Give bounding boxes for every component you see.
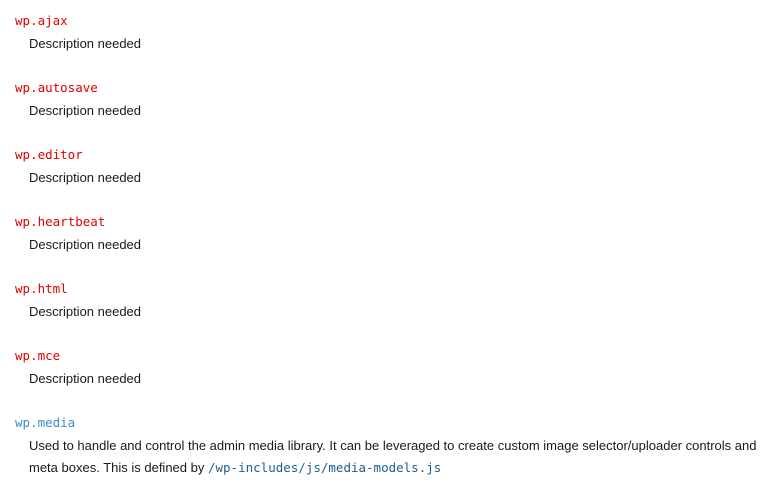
description-wp-heartbeat: Description needed	[29, 237, 142, 252]
term-wp-heartbeat: wp.heartbeat	[15, 214, 106, 229]
term-wp-html: wp.html	[15, 281, 68, 296]
description-wp-media: Used to handle and control the admin med…	[29, 435, 761, 479]
description-wp-editor: Description needed	[29, 170, 142, 185]
term-wp-mce: wp.mce	[15, 348, 61, 363]
term-wp-autosave: wp.autosave	[15, 80, 98, 95]
description-wp-autosave: Description needed	[29, 103, 142, 118]
description-wp-ajax: Description needed	[29, 36, 142, 51]
term-wp-ajax: wp.ajax	[15, 13, 68, 28]
media-models-path: /wp-includes/js/media-models.js	[207, 460, 442, 475]
description-wp-html: Description needed	[29, 304, 142, 319]
term-wp-editor: wp.editor	[15, 147, 83, 162]
description-wp-mce: Description needed	[29, 371, 142, 386]
term-wp-media-link[interactable]: wp.media	[15, 415, 75, 431]
